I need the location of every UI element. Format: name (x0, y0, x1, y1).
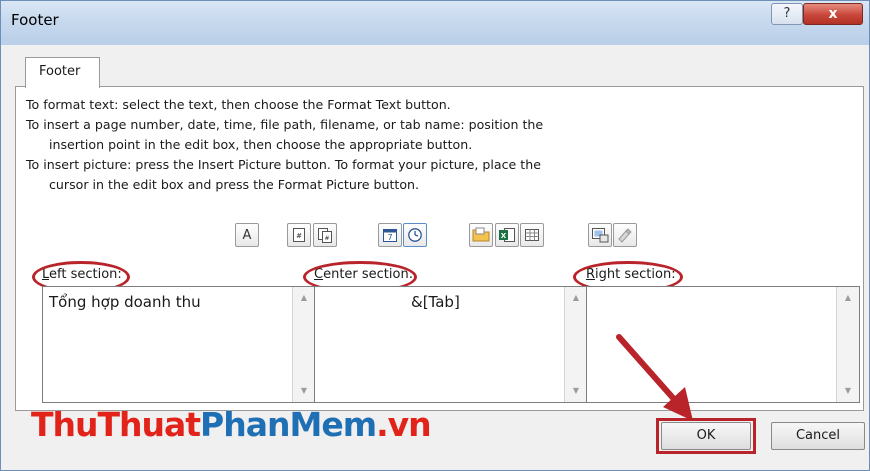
svg-text:#: # (296, 232, 302, 240)
instruction-line-5: cursor in the edit box and press the For… (49, 177, 420, 192)
instruction-line-2: To insert a page number, date, time, fil… (26, 117, 544, 132)
insert-number-of-pages-button[interactable]: # (313, 223, 337, 247)
instruction-line-3: insertion point in the edit box, then ch… (49, 137, 473, 152)
cancel-button[interactable]: Cancel (771, 422, 865, 450)
insert-page-number-button[interactable]: # (287, 223, 311, 247)
instruction-line-4: To insert picture: press the Insert Pict… (26, 157, 541, 172)
excel-file-icon: X (499, 228, 515, 242)
scroll-up-icon[interactable]: ▲ (565, 289, 587, 307)
insert-time-button[interactable] (403, 223, 427, 247)
close-button[interactable]: x (803, 3, 863, 25)
footer-panel: To format text: select the text, then ch… (15, 86, 864, 411)
center-section-scrollbar[interactable]: ▲ ▼ (564, 287, 587, 402)
left-section-scrollbar[interactable]: ▲ ▼ (292, 287, 315, 402)
sheet-icon (525, 229, 539, 241)
instruction-line-1: To format text: select the text, then ch… (26, 97, 451, 112)
brand-part-2: PhanMem (200, 405, 377, 444)
center-section-editbox[interactable]: &[Tab] ▲ ▼ (314, 286, 588, 403)
number-of-pages-icon: # (318, 228, 332, 243)
title-bar[interactable]: Footer ? x (1, 1, 869, 45)
format-text-button[interactable]: A (235, 223, 259, 247)
insert-sheet-name-button[interactable] (520, 223, 544, 247)
format-text-icon: A (242, 227, 252, 243)
calendar-icon: 7 (383, 229, 397, 242)
scroll-down-icon[interactable]: ▼ (293, 382, 315, 400)
insert-file-name-button[interactable]: X (495, 223, 519, 247)
footer-dialog: Footer ? x Footer To format text: select… (0, 0, 870, 471)
right-section-scrollbar[interactable]: ▲ ▼ (836, 287, 859, 402)
scroll-down-icon[interactable]: ▼ (565, 382, 587, 400)
folder-icon (472, 227, 490, 242)
left-section-text[interactable]: Tổng hợp doanh thu (49, 293, 201, 311)
annotation-arrow-icon (616, 334, 693, 421)
page-number-icon: # (293, 228, 305, 242)
insert-picture-button[interactable] (588, 223, 612, 247)
dialog-title: Footer (11, 11, 59, 29)
left-section-editbox[interactable]: Tổng hợp doanh thu ▲ ▼ (42, 286, 316, 403)
scroll-up-icon[interactable]: ▲ (293, 289, 315, 307)
format-picture-button[interactable] (613, 223, 637, 247)
scroll-up-icon[interactable]: ▲ (837, 289, 859, 307)
brand-part-1: ThuThuat (31, 405, 201, 444)
tab-footer-label: Footer (39, 64, 81, 79)
clock-icon (408, 228, 422, 242)
insert-file-path-button[interactable] (469, 223, 493, 247)
brand-watermark: ThuThuatPhanMem.vn (31, 405, 432, 444)
picture-icon (592, 228, 609, 243)
scroll-down-icon[interactable]: ▼ (837, 382, 859, 400)
insert-date-button[interactable]: 7 (378, 223, 402, 247)
svg-text:#: # (324, 235, 329, 242)
help-button[interactable]: ? (771, 3, 803, 25)
svg-text:7: 7 (387, 233, 392, 242)
tab-footer[interactable]: Footer (25, 57, 100, 88)
center-section-text[interactable]: &[Tab] (411, 293, 460, 311)
brand-part-3: .vn (376, 405, 432, 444)
format-picture-icon (618, 228, 632, 243)
svg-text:X: X (501, 232, 507, 240)
